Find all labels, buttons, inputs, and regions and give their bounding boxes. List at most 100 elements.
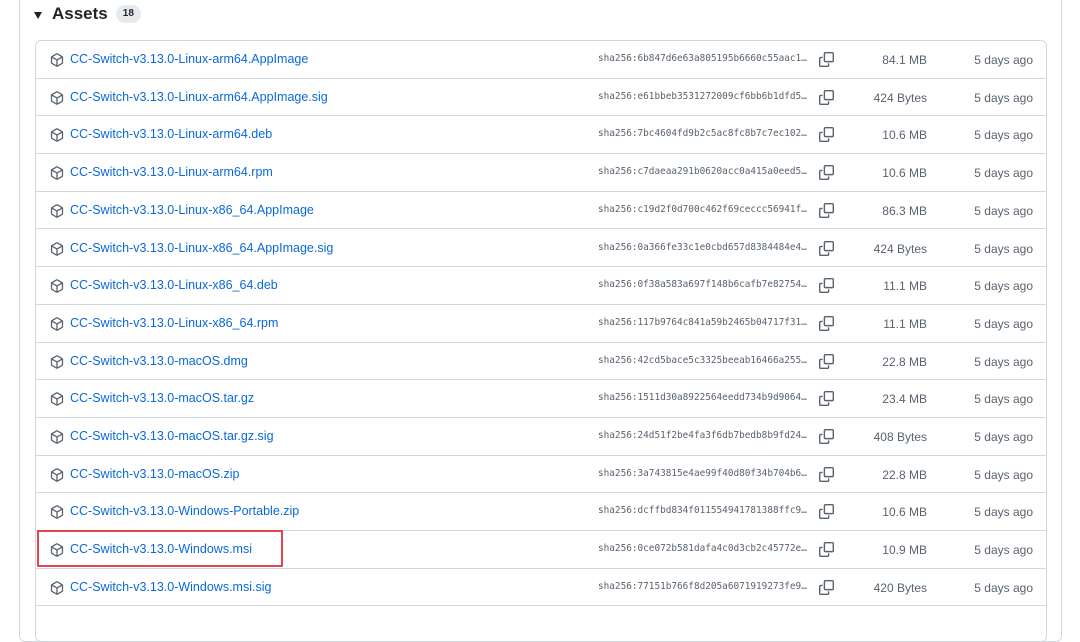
copy-icon[interactable] xyxy=(819,467,835,483)
package-icon xyxy=(50,468,64,482)
asset-link[interactable]: CC-Switch-v3.13.0-macOS.dmg xyxy=(70,354,248,368)
asset-row: CC-Switch-v3.13.0-macOS.dmg sha256:42cd5… xyxy=(36,343,1046,381)
asset-link[interactable]: CC-Switch-v3.13.0-Linux-arm64.rpm xyxy=(70,165,273,179)
asset-date: 5 days ago xyxy=(974,242,1033,256)
asset-date: 5 days ago xyxy=(974,505,1033,519)
asset-sha256: sha256:0a366fe33c1e0cbd657d8384484e4… xyxy=(598,242,810,253)
copy-icon[interactable] xyxy=(819,52,835,68)
asset-row: CC-Switch-v3.13.0-Windows-Portable.zip s… xyxy=(36,493,1046,531)
asset-row: CC-Switch-v3.13.0-Windows.msi.sig sha256… xyxy=(36,569,1046,607)
asset-row xyxy=(36,607,1046,642)
asset-sha256: sha256:c7daeaa291b0620acc0a415a0eed5… xyxy=(598,166,810,177)
asset-size: 84.1 MB xyxy=(882,53,927,67)
asset-sha256: sha256:3a743815e4ae99f40d80f34b704b6… xyxy=(598,468,810,479)
copy-icon[interactable] xyxy=(819,90,835,106)
asset-date: 5 days ago xyxy=(974,53,1033,67)
asset-size: 10.6 MB xyxy=(882,505,927,519)
copy-icon[interactable] xyxy=(819,504,835,520)
asset-size: 420 Bytes xyxy=(874,581,927,595)
asset-link[interactable]: CC-Switch-v3.13.0-Linux-arm64.AppImage.s… xyxy=(70,90,328,104)
asset-sha256: sha256:24d51f2be4fa3f6db7bedb8b9fd24… xyxy=(598,430,810,441)
asset-row: CC-Switch-v3.13.0-macOS.tar.gz sha256:15… xyxy=(36,380,1046,418)
asset-date: 5 days ago xyxy=(974,128,1033,142)
asset-link[interactable]: CC-Switch-v3.13.0-Windows-Portable.zip xyxy=(70,504,299,518)
copy-icon[interactable] xyxy=(819,391,835,407)
package-icon xyxy=(50,392,64,406)
asset-date: 5 days ago xyxy=(974,355,1033,369)
asset-link[interactable]: CC-Switch-v3.13.0-Linux-x86_64.AppImage.… xyxy=(70,241,333,255)
asset-link[interactable]: CC-Switch-v3.13.0-Linux-x86_64.AppImage xyxy=(70,203,314,217)
asset-sha256: sha256:1511d30a8922564eedd734b9d9064… xyxy=(598,392,810,403)
package-icon xyxy=(50,91,64,105)
asset-sha256: sha256:dcffbd834f011554941781388ffc9… xyxy=(598,505,810,516)
asset-link[interactable]: CC-Switch-v3.13.0-Linux-x86_64.rpm xyxy=(70,316,278,330)
copy-icon[interactable] xyxy=(819,354,835,370)
asset-date: 5 days ago xyxy=(974,91,1033,105)
asset-link[interactable]: CC-Switch-v3.13.0-Linux-arm64.AppImage xyxy=(70,52,308,66)
package-icon xyxy=(50,166,64,180)
asset-row: CC-Switch-v3.13.0-Linux-x86_64.AppImage.… xyxy=(36,230,1046,268)
asset-sha256: sha256:0f38a583a697f148b6cafb7e82754… xyxy=(598,279,810,290)
package-icon xyxy=(50,279,64,293)
asset-size: 23.4 MB xyxy=(882,392,927,406)
asset-row: CC-Switch-v3.13.0-Linux-x86_64.AppImage … xyxy=(36,192,1046,230)
package-icon xyxy=(50,355,64,369)
asset-size: 11.1 MB xyxy=(883,317,927,331)
asset-size: 86.3 MB xyxy=(882,204,927,218)
asset-link[interactable]: CC-Switch-v3.13.0-Windows.msi.sig xyxy=(70,580,271,594)
asset-row: CC-Switch-v3.13.0-Linux-x86_64.rpm sha25… xyxy=(36,305,1046,343)
asset-date: 5 days ago xyxy=(974,468,1033,482)
asset-link[interactable]: CC-Switch-v3.13.0-macOS.tar.gz.sig xyxy=(70,429,274,443)
copy-icon[interactable] xyxy=(819,316,835,332)
copy-icon[interactable] xyxy=(819,165,835,181)
caret-down-icon xyxy=(34,12,42,19)
package-icon xyxy=(50,505,64,519)
asset-link[interactable]: CC-Switch-v3.13.0-Linux-x86_64.deb xyxy=(70,278,278,292)
asset-date: 5 days ago xyxy=(974,430,1033,444)
asset-sha256: sha256:c19d2f0d700c462f69ceccc56941f… xyxy=(598,204,810,215)
package-icon xyxy=(50,204,64,218)
package-icon xyxy=(50,53,64,67)
assets-title: Assets xyxy=(52,4,108,24)
asset-size: 408 Bytes xyxy=(874,430,927,444)
asset-row: CC-Switch-v3.13.0-Linux-arm64.deb sha256… xyxy=(36,116,1046,154)
asset-link[interactable]: CC-Switch-v3.13.0-macOS.tar.gz xyxy=(70,391,254,405)
package-icon xyxy=(50,581,64,595)
asset-row: CC-Switch-v3.13.0-Linux-arm64.AppImage s… xyxy=(36,41,1046,79)
asset-size: 10.6 MB xyxy=(882,128,927,142)
asset-date: 5 days ago xyxy=(974,581,1033,595)
package-icon xyxy=(50,317,64,331)
copy-icon[interactable] xyxy=(819,203,835,219)
asset-size: 11.1 MB xyxy=(883,279,927,293)
asset-row: CC-Switch-v3.13.0-macOS.zip sha256:3a743… xyxy=(36,456,1046,494)
asset-size: 22.8 MB xyxy=(882,355,927,369)
asset-size: 10.6 MB xyxy=(882,166,927,180)
asset-date: 5 days ago xyxy=(974,317,1033,331)
asset-date: 5 days ago xyxy=(974,204,1033,218)
copy-icon[interactable] xyxy=(819,580,835,596)
package-icon xyxy=(50,128,64,142)
copy-icon[interactable] xyxy=(819,127,835,143)
highlight-box xyxy=(37,530,283,567)
copy-icon[interactable] xyxy=(819,429,835,445)
copy-icon[interactable] xyxy=(819,542,835,558)
package-icon xyxy=(50,430,64,444)
asset-sha256: sha256:0ce072b581dafa4c0d3cb2c45772e… xyxy=(598,543,810,554)
asset-size: 424 Bytes xyxy=(874,242,927,256)
asset-row: CC-Switch-v3.13.0-Linux-arm64.AppImage.s… xyxy=(36,79,1046,117)
package-icon xyxy=(50,242,64,256)
asset-date: 5 days ago xyxy=(974,166,1033,180)
copy-icon[interactable] xyxy=(819,278,835,294)
asset-sha256: sha256:42cd5bace5c3325beeab16466a255… xyxy=(598,355,810,366)
asset-sha256: sha256:117b9764c841a59b2465b04717f31… xyxy=(598,317,810,328)
assets-summary-toggle[interactable]: Assets 18 xyxy=(34,0,141,28)
asset-size: 424 Bytes xyxy=(874,91,927,105)
asset-link[interactable]: CC-Switch-v3.13.0-Linux-arm64.deb xyxy=(70,127,272,141)
asset-date: 5 days ago xyxy=(974,279,1033,293)
asset-size: 22.8 MB xyxy=(882,468,927,482)
copy-icon[interactable] xyxy=(819,241,835,257)
asset-row: CC-Switch-v3.13.0-macOS.tar.gz.sig sha25… xyxy=(36,418,1046,456)
asset-link[interactable]: CC-Switch-v3.13.0-macOS.zip xyxy=(70,467,240,481)
asset-sha256: sha256:6b847d6e63a805195b6660c55aac1… xyxy=(598,53,810,64)
assets-count-badge: 18 xyxy=(116,5,141,23)
